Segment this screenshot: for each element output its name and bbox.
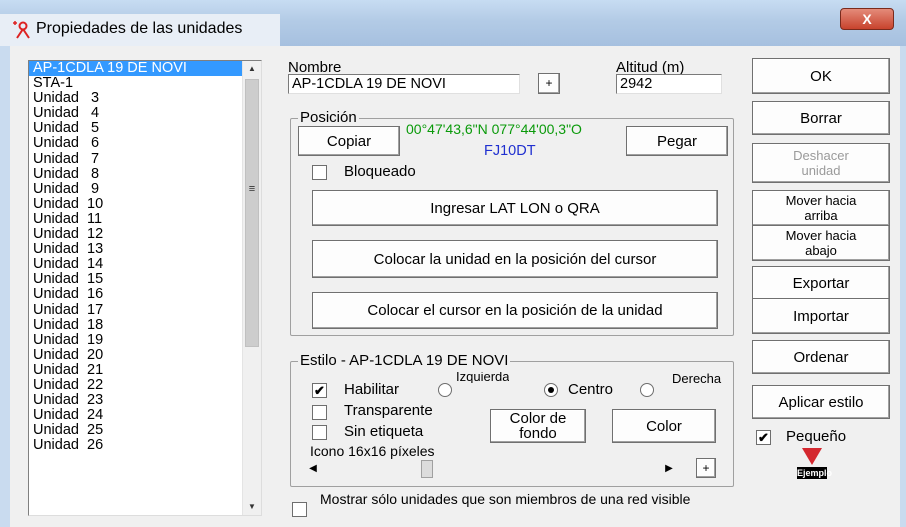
- locked-checkbox[interactable]: [312, 165, 327, 180]
- position-caption: Posición: [298, 109, 359, 126]
- sort-button[interactable]: Ordenar: [752, 340, 890, 374]
- unit-list-item[interactable]: Unidad 17: [29, 302, 261, 318]
- transparent-checkbox[interactable]: [312, 405, 327, 420]
- unit-list-item[interactable]: Unidad 6: [29, 136, 261, 151]
- unit-list[interactable]: AP-1CDLA 19 DE NOVI STA-1 Unidad 3 Unidad 4…: [28, 60, 262, 516]
- scroll-up-arrow-icon[interactable]: ▲: [243, 61, 261, 77]
- unit-list-item[interactable]: Unidad 14: [29, 257, 261, 272]
- slider-thumb[interactable]: [421, 460, 433, 478]
- unit-list-item[interactable]: Unidad 12: [29, 226, 261, 242]
- unit-list-item[interactable]: Unidad 13: [29, 242, 261, 257]
- transparent-label: Transparente: [344, 402, 433, 419]
- icon-size-label: Icono 16x16 píxeles: [310, 443, 435, 459]
- import-button[interactable]: Importar: [752, 298, 890, 334]
- undo-unit-button[interactable]: Deshacer unidad: [752, 143, 890, 183]
- enable-label: Habilitar: [344, 381, 400, 398]
- unit-list-item[interactable]: Unidad 18: [29, 317, 261, 333]
- scroll-thumb[interactable]: [245, 79, 259, 347]
- name-field[interactable]: AP-1CDLA 19 DE NOVI: [288, 74, 520, 94]
- ok-button[interactable]: OK: [752, 58, 890, 94]
- small-label: Pequeño: [786, 428, 847, 445]
- apply-style-button[interactable]: Aplicar estilo: [752, 385, 890, 419]
- locked-label: Bloqueado: [344, 163, 416, 180]
- paste-button[interactable]: Pegar: [626, 126, 728, 156]
- coordinates-text: 00°47'43,6"N 077°44'00,3"O: [406, 121, 582, 137]
- move-down-button[interactable]: Mover hacia abajo: [752, 225, 890, 261]
- unit-list-item[interactable]: STA-1: [29, 76, 261, 91]
- align-right-label: Derecha: [672, 372, 722, 386]
- unit-list-item[interactable]: Unidad 20: [29, 347, 261, 363]
- unit-list-item[interactable]: Unidad 8: [29, 166, 261, 182]
- unit-list-item[interactable]: Unidad 21: [29, 362, 261, 378]
- no-label-checkbox[interactable]: [312, 425, 327, 440]
- unit-list-item[interactable]: Unidad 3: [29, 91, 261, 106]
- no-label-label: Sin etiqueta: [344, 423, 424, 440]
- icon-size-add-button[interactable]: +: [696, 458, 716, 478]
- align-left-radio[interactable]: [438, 383, 452, 397]
- unit-list-item[interactable]: Unidad 5: [29, 121, 261, 136]
- unit-list-items: AP-1CDLA 19 DE NOVI STA-1 Unidad 3 Unidad 4…: [29, 61, 261, 453]
- align-center-radio[interactable]: [544, 383, 558, 397]
- small-checkbox[interactable]: ✔: [756, 430, 771, 445]
- visible-members-label: Mostrar sólo unidades que son miembros d…: [320, 491, 691, 507]
- color-button[interactable]: Color: [612, 409, 716, 443]
- unit-list-item[interactable]: AP-1CDLA 19 DE NOVI: [29, 61, 261, 77]
- title-bar: Propiedades de las unidades X: [0, 0, 906, 46]
- unit-list-item[interactable]: Unidad 19: [29, 332, 261, 348]
- unit-list-item[interactable]: Unidad 15: [29, 272, 261, 287]
- delete-button[interactable]: Borrar: [752, 101, 890, 135]
- enter-lat-lon-qra-button[interactable]: Ingresar LAT LON o QRA: [312, 190, 718, 226]
- unit-to-cursor-button[interactable]: Colocar la unidad en la posición del cur…: [312, 240, 718, 278]
- altitude-field[interactable]: 2942: [616, 74, 722, 94]
- move-up-button[interactable]: Mover hacia arriba: [752, 190, 890, 226]
- qra-locator-text: FJ10DT: [484, 143, 536, 159]
- unit-list-item[interactable]: Unidad 4: [29, 106, 261, 121]
- unit-list-scrollbar[interactable]: ▲ ≡ ▼: [242, 61, 261, 515]
- scroll-grip-icon: ≡: [248, 183, 256, 195]
- unit-properties-window: Propiedades de las unidades X AP-1CDLA 1…: [0, 0, 906, 527]
- unit-list-item[interactable]: Unidad 25: [29, 423, 261, 438]
- slider-right-arrow-icon[interactable]: ▶: [662, 460, 676, 478]
- slider-left-arrow-icon[interactable]: ◀: [306, 460, 320, 478]
- unit-list-item[interactable]: Unidad 16: [29, 287, 261, 302]
- scroll-down-arrow-icon[interactable]: ▼: [243, 499, 261, 515]
- app-icon: [13, 21, 30, 39]
- style-caption: Estilo - AP-1CDLA 19 DE NOVI: [298, 352, 511, 369]
- unit-list-item[interactable]: Unidad 9: [29, 181, 261, 197]
- unit-list-item[interactable]: Unidad 24: [29, 408, 261, 423]
- name-add-button[interactable]: +: [538, 73, 560, 94]
- align-left-label: Izquierda: [456, 372, 510, 383]
- background-color-button[interactable]: Color de fondo: [490, 409, 586, 443]
- unit-list-item[interactable]: Unidad 7: [29, 151, 261, 167]
- icon-size-slider[interactable]: ◀ ▶: [306, 460, 676, 478]
- unit-list-item[interactable]: Unidad 22: [29, 377, 261, 393]
- unit-list-item[interactable]: Unidad 26: [29, 438, 261, 453]
- close-button[interactable]: X: [840, 8, 894, 30]
- export-button[interactable]: Exportar: [752, 266, 890, 300]
- window-title: Propiedades de las unidades: [36, 20, 243, 37]
- unit-list-item[interactable]: Unidad 11: [29, 211, 261, 227]
- align-center-label: Centro: [568, 381, 614, 398]
- unit-list-item[interactable]: Unidad 23: [29, 393, 261, 408]
- visible-members-checkbox[interactable]: [292, 502, 307, 517]
- align-right-radio[interactable]: [640, 383, 654, 397]
- cursor-to-unit-button[interactable]: Colocar el cursor en la posición de la u…: [312, 292, 718, 329]
- enable-checkbox[interactable]: ✔: [312, 383, 327, 398]
- unit-list-item[interactable]: Unidad 10: [29, 196, 261, 212]
- copy-button[interactable]: Copiar: [298, 126, 400, 156]
- example-label: Ejemplo: [797, 467, 833, 479]
